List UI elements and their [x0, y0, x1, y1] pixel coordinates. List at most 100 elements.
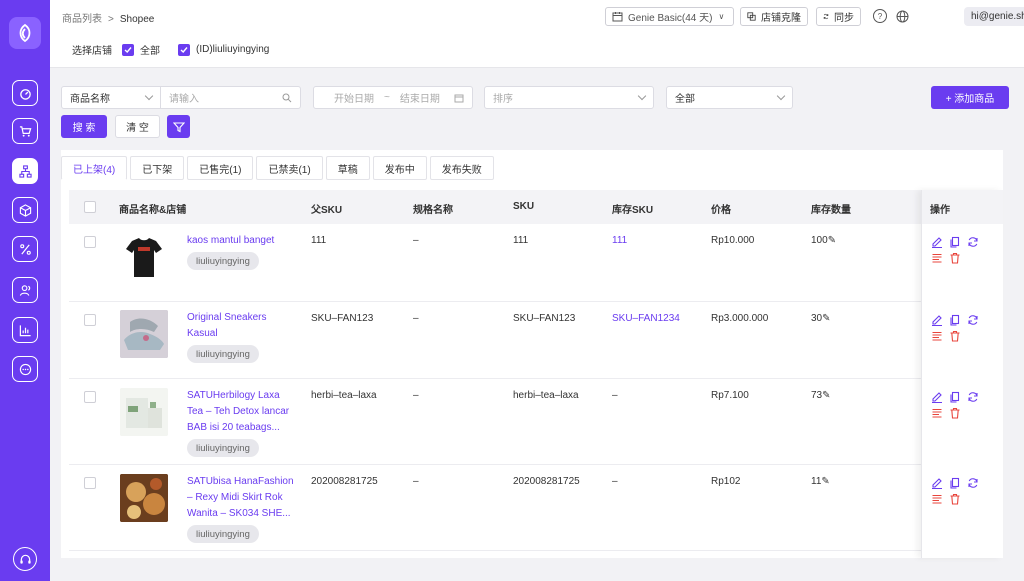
table-header: 商品名称&店铺 父SKU 规格名称 SKU 库存SKU 价格 库存数量	[69, 190, 1003, 224]
product-tree-icon[interactable]	[12, 158, 38, 184]
package-icon[interactable]	[12, 197, 38, 223]
edit-icon[interactable]	[931, 236, 943, 249]
sku-cell: SKU–FAN123	[513, 313, 576, 324]
copy-icon[interactable]	[949, 477, 961, 489]
product-name-link[interactable]: SATUbisa HanaFashion – Rexy Midi Skirt Ro…	[187, 474, 305, 522]
end-date-placeholder: 结束日期	[399, 94, 440, 105]
sync-button[interactable]: 同步	[816, 7, 861, 26]
store-checkbox[interactable]	[178, 43, 190, 56]
search-input[interactable]: 请输入	[160, 86, 301, 109]
price-cell: Rp102	[711, 476, 741, 487]
sync-icon[interactable]	[967, 477, 979, 489]
col-parent-sku: 父SKU	[311, 205, 343, 216]
plan-label: Genie Basic(44 天)	[628, 13, 713, 24]
product-name-link[interactable]: SATUHerbilogy Laxa Tea – Teh Detox lancar…	[187, 388, 305, 436]
row-checkbox[interactable]	[84, 236, 96, 248]
percent-icon[interactable]	[12, 236, 38, 262]
tab-draft[interactable]: 草稿	[325, 156, 370, 180]
list-icon[interactable]	[931, 252, 943, 264]
chevron-down-icon: ∨	[718, 12, 725, 21]
top-header: 商品列表 > Shopee 选择店铺 全部 (ID)liuliuyingying G…	[50, 0, 1024, 68]
product-name-link[interactable]: Original Sneakers Kasual	[187, 310, 305, 342]
field-select[interactable]: 商品名称	[61, 86, 161, 109]
product-thumbnail[interactable]	[120, 474, 168, 522]
list-icon[interactable]	[931, 493, 943, 505]
product-thumbnail[interactable]	[120, 310, 168, 358]
tab-delisted[interactable]: 已下架	[130, 156, 185, 180]
row-checkbox[interactable]	[84, 314, 96, 326]
tab-listed[interactable]: 已上架(4)	[61, 156, 128, 180]
all-stores-checkbox[interactable]	[122, 43, 134, 56]
sync-icon	[823, 13, 829, 20]
breadcrumb-current: Shopee	[119, 14, 155, 25]
globe-icon[interactable]	[895, 9, 909, 23]
delete-icon[interactable]	[949, 330, 961, 342]
genie-logo-icon[interactable]	[9, 17, 41, 49]
ops-header-cell: 操作	[922, 190, 1003, 224]
status-select-value: 全部	[675, 94, 695, 105]
filter-button[interactable]	[167, 115, 190, 138]
copy-icon[interactable]	[949, 236, 961, 248]
stock-value: 11	[811, 476, 822, 487]
row-checkbox[interactable]	[84, 391, 96, 403]
search-button[interactable]: 搜 索	[61, 115, 107, 138]
delete-icon[interactable]	[949, 407, 961, 419]
store-selector: 选择店铺 全部 (ID)liuliuyingying	[72, 42, 269, 57]
pencil-icon[interactable]: ✎	[822, 390, 830, 401]
table-row: SATUbisa HanaFashion – Rexy Midi Skirt Ro…	[69, 465, 1003, 551]
product-name-line: SATUHerbilogy Laxa	[187, 390, 280, 401]
date-range-picker[interactable]: 开始日期 ~ 结束日期	[313, 86, 473, 109]
copy-icon[interactable]	[949, 314, 961, 326]
select-all-checkbox[interactable]	[84, 201, 96, 213]
dashboard-icon[interactable]	[12, 80, 38, 106]
stock-sku-link[interactable]: SKU–FAN1234	[612, 313, 680, 324]
tab-banned[interactable]: 已禁卖(1)	[256, 156, 323, 180]
product-name-link[interactable]: kaos mantul banget	[187, 233, 305, 249]
row-checkbox[interactable]	[84, 477, 96, 489]
pencil-icon[interactable]: ✎	[822, 313, 830, 324]
store-clone-button[interactable]: 店铺克隆	[740, 7, 808, 26]
sync-icon[interactable]	[967, 236, 979, 248]
chat-icon[interactable]	[12, 356, 38, 382]
tab-publishing[interactable]: 发布中	[372, 156, 427, 180]
edit-icon[interactable]	[931, 314, 943, 327]
col-price: 价格	[711, 205, 731, 216]
col-product: 商品名称&店铺	[119, 205, 187, 216]
store-tag: liuliuyingying	[187, 252, 259, 270]
parent-sku-cell: 202008281725	[311, 476, 378, 487]
headset-icon[interactable]	[13, 547, 37, 571]
list-icon[interactable]	[931, 407, 943, 419]
copy-icon[interactable]	[949, 391, 961, 403]
users-icon[interactable]	[12, 277, 38, 303]
sort-select[interactable]: 排序	[484, 86, 654, 109]
delete-icon[interactable]	[949, 252, 961, 264]
edit-icon[interactable]	[931, 477, 943, 490]
cart-icon[interactable]	[12, 118, 38, 144]
parent-sku-cell: SKU–FAN123	[311, 313, 374, 324]
edit-icon[interactable]	[931, 391, 943, 404]
plan-dropdown[interactable]: Genie Basic(44 天) ∨	[605, 7, 734, 26]
tab-sold-out[interactable]: 已售完(1)	[187, 156, 254, 180]
add-product-button[interactable]: + 添加商品	[931, 86, 1009, 109]
pencil-icon[interactable]: ✎	[821, 476, 829, 487]
sync-icon[interactable]	[967, 314, 979, 326]
tab-publish-failed[interactable]: 发布失败	[429, 156, 494, 180]
clear-button[interactable]: 清 空	[115, 115, 160, 138]
product-name-line: Kasual	[187, 328, 218, 339]
search-placeholder: 请输入	[169, 94, 199, 105]
sku-cell: 202008281725	[513, 476, 580, 487]
delete-icon[interactable]	[949, 493, 961, 505]
store-tag: liuliuyingying	[187, 439, 259, 457]
sync-icon[interactable]	[967, 391, 979, 403]
table-row: Original Sneakers Kasual liuliuyingying S…	[69, 302, 1003, 379]
account-dropdown[interactable]: hi@genie.sho...	[964, 7, 1024, 26]
chart-icon[interactable]	[12, 317, 38, 343]
pencil-icon[interactable]: ✎	[828, 235, 836, 246]
breadcrumb-parent[interactable]: 商品列表	[62, 14, 102, 25]
stock-sku-link[interactable]: 111	[612, 235, 627, 246]
product-thumbnail[interactable]	[120, 233, 168, 281]
status-select[interactable]: 全部	[666, 86, 793, 109]
help-icon[interactable]: ?	[873, 9, 887, 23]
list-icon[interactable]	[931, 330, 943, 342]
product-thumbnail[interactable]	[120, 388, 168, 436]
